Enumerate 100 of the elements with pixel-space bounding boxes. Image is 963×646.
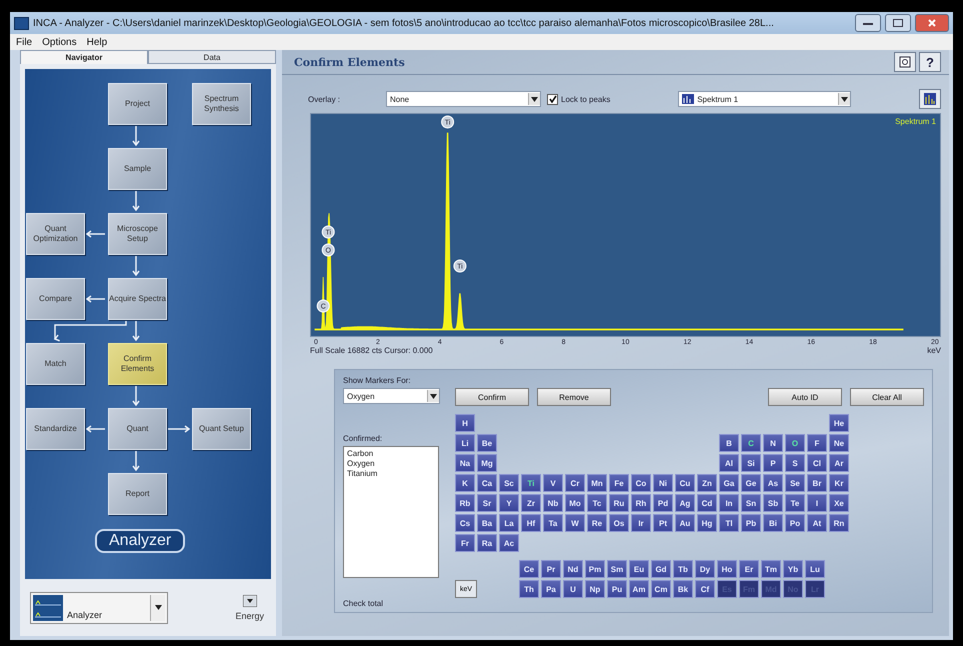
element-tile[interactable]: Pu — [607, 580, 627, 598]
element-tile[interactable]: Cr — [565, 474, 585, 492]
element-tile[interactable]: Be — [477, 434, 497, 452]
element-tile[interactable]: Ar — [829, 454, 849, 472]
element-tile[interactable]: Rn — [829, 514, 849, 532]
tab[interactable]: Navigator — [20, 50, 148, 64]
element-tile[interactable]: Pa — [541, 580, 561, 598]
element-tile[interactable]: Hf — [521, 514, 541, 532]
element-tile[interactable]: Er — [739, 560, 759, 578]
element-tile[interactable]: Hg — [697, 514, 717, 532]
element-tile[interactable]: Ta — [543, 514, 563, 532]
element-tile[interactable]: Ca — [477, 474, 497, 492]
maximize-button[interactable] — [885, 14, 911, 32]
workflow-step[interactable]: Match — [26, 343, 85, 385]
close-button[interactable] — [915, 14, 949, 32]
element-tile[interactable]: Cl — [807, 454, 827, 472]
element-tile[interactable]: Y — [499, 494, 519, 512]
element-tile[interactable]: Tc — [587, 494, 607, 512]
element-tile[interactable]: Sm — [607, 560, 627, 578]
element-tile[interactable]: Cu — [675, 474, 695, 492]
element-tile[interactable]: At — [807, 514, 827, 532]
energy-button[interactable]: Energy — [235, 594, 264, 620]
element-tile[interactable]: Ni — [653, 474, 673, 492]
element-tile[interactable]: Pb — [741, 514, 761, 532]
element-tile[interactable]: P — [763, 454, 783, 472]
element-tile[interactable]: Am — [629, 580, 649, 598]
element-tile[interactable]: Na — [455, 454, 475, 472]
element-tile[interactable]: Cm — [651, 580, 671, 598]
lock-to-peaks-checkbox[interactable]: Lock to peaks — [547, 94, 610, 104]
list-item[interactable]: Oxygen — [347, 459, 435, 469]
element-tile[interactable]: H — [455, 414, 475, 432]
element-tile[interactable]: Tl — [719, 514, 739, 532]
element-tile[interactable]: Co — [631, 474, 651, 492]
workflow-step[interactable]: Microscope Setup — [108, 213, 167, 255]
element-tile[interactable]: Pr — [541, 560, 561, 578]
element-tile[interactable]: Zr — [521, 494, 541, 512]
element-tile[interactable]: Bi — [763, 514, 783, 532]
action-button[interactable]: Remove — [537, 388, 611, 406]
element-tile[interactable]: Ti — [521, 474, 541, 492]
element-tile[interactable]: Au — [675, 514, 695, 532]
element-tile[interactable]: Gd — [651, 560, 671, 578]
element-tile[interactable]: Sc — [499, 474, 519, 492]
workflow-step[interactable]: Standardize — [26, 408, 85, 450]
element-tile[interactable]: Mo — [565, 494, 585, 512]
workflow-step[interactable]: Report — [108, 473, 167, 515]
action-button[interactable]: Confirm — [455, 388, 529, 406]
element-tile[interactable]: Nb — [543, 494, 563, 512]
element-tile[interactable]: Si — [741, 454, 761, 472]
menu-item[interactable]: Options — [42, 36, 77, 48]
element-tile[interactable]: B — [719, 434, 739, 452]
element-tile[interactable]: F — [807, 434, 827, 452]
element-tile[interactable]: Ac — [499, 534, 519, 552]
element-tile[interactable]: Ba — [477, 514, 497, 532]
element-tile[interactable]: Ra — [477, 534, 497, 552]
confirmed-list[interactable]: Carbon Oxygen Titanium — [343, 446, 439, 578]
element-tile[interactable]: Dy — [695, 560, 715, 578]
element-tile[interactable]: Fe — [609, 474, 629, 492]
element-tile[interactable]: V — [543, 474, 563, 492]
element-tile[interactable]: Sn — [741, 494, 761, 512]
element-tile[interactable]: Po — [785, 514, 805, 532]
menu-item[interactable]: File — [16, 36, 32, 48]
element-tile[interactable]: Tb — [673, 560, 693, 578]
list-item[interactable]: Carbon — [347, 449, 435, 459]
element-tile[interactable]: N — [763, 434, 783, 452]
minimize-button[interactable] — [855, 14, 881, 32]
workflow-step[interactable]: Confirm Elements — [108, 343, 167, 385]
workflow-step[interactable]: Quant Optimization — [26, 213, 85, 255]
spectrum-icon[interactable] — [919, 89, 941, 109]
element-tile[interactable]: Tm — [761, 560, 781, 578]
action-button[interactable]: Auto ID — [768, 388, 842, 406]
tab[interactable]: Data — [148, 50, 276, 64]
element-tile[interactable]: Ho — [717, 560, 737, 578]
workflow-step[interactable]: Compare — [26, 278, 85, 320]
element-tile[interactable]: Yb — [783, 560, 803, 578]
element-tile[interactable]: Mn — [587, 474, 607, 492]
list-item[interactable]: Titanium — [347, 469, 435, 479]
element-tile[interactable]: Ga — [719, 474, 739, 492]
element-tile[interactable]: Cf — [695, 580, 715, 598]
element-tile[interactable]: As — [763, 474, 783, 492]
element-tile[interactable]: Re — [587, 514, 607, 532]
element-tile[interactable]: I — [807, 494, 827, 512]
element-tile[interactable]: O — [785, 434, 805, 452]
element-tile[interactable]: Pt — [653, 514, 673, 532]
element-tile[interactable]: K — [455, 474, 475, 492]
report-button[interactable] — [894, 52, 916, 72]
element-tile[interactable]: Eu — [629, 560, 649, 578]
element-tile[interactable]: Te — [785, 494, 805, 512]
element-tile[interactable]: S — [785, 454, 805, 472]
menu-item[interactable]: Help — [86, 36, 108, 48]
element-tile[interactable]: Cs — [455, 514, 475, 532]
element-tile[interactable]: Ru — [609, 494, 629, 512]
action-button[interactable]: Clear All — [850, 388, 924, 406]
element-tile[interactable]: Os — [609, 514, 629, 532]
element-tile[interactable]: La — [499, 514, 519, 532]
element-tile[interactable]: Mg — [477, 454, 497, 472]
element-tile[interactable]: Ge — [741, 474, 761, 492]
element-tile[interactable]: Pd — [653, 494, 673, 512]
element-tile[interactable]: Al — [719, 454, 739, 472]
workflow-step[interactable]: Quant Setup — [192, 408, 251, 450]
element-tile[interactable]: Ir — [631, 514, 651, 532]
